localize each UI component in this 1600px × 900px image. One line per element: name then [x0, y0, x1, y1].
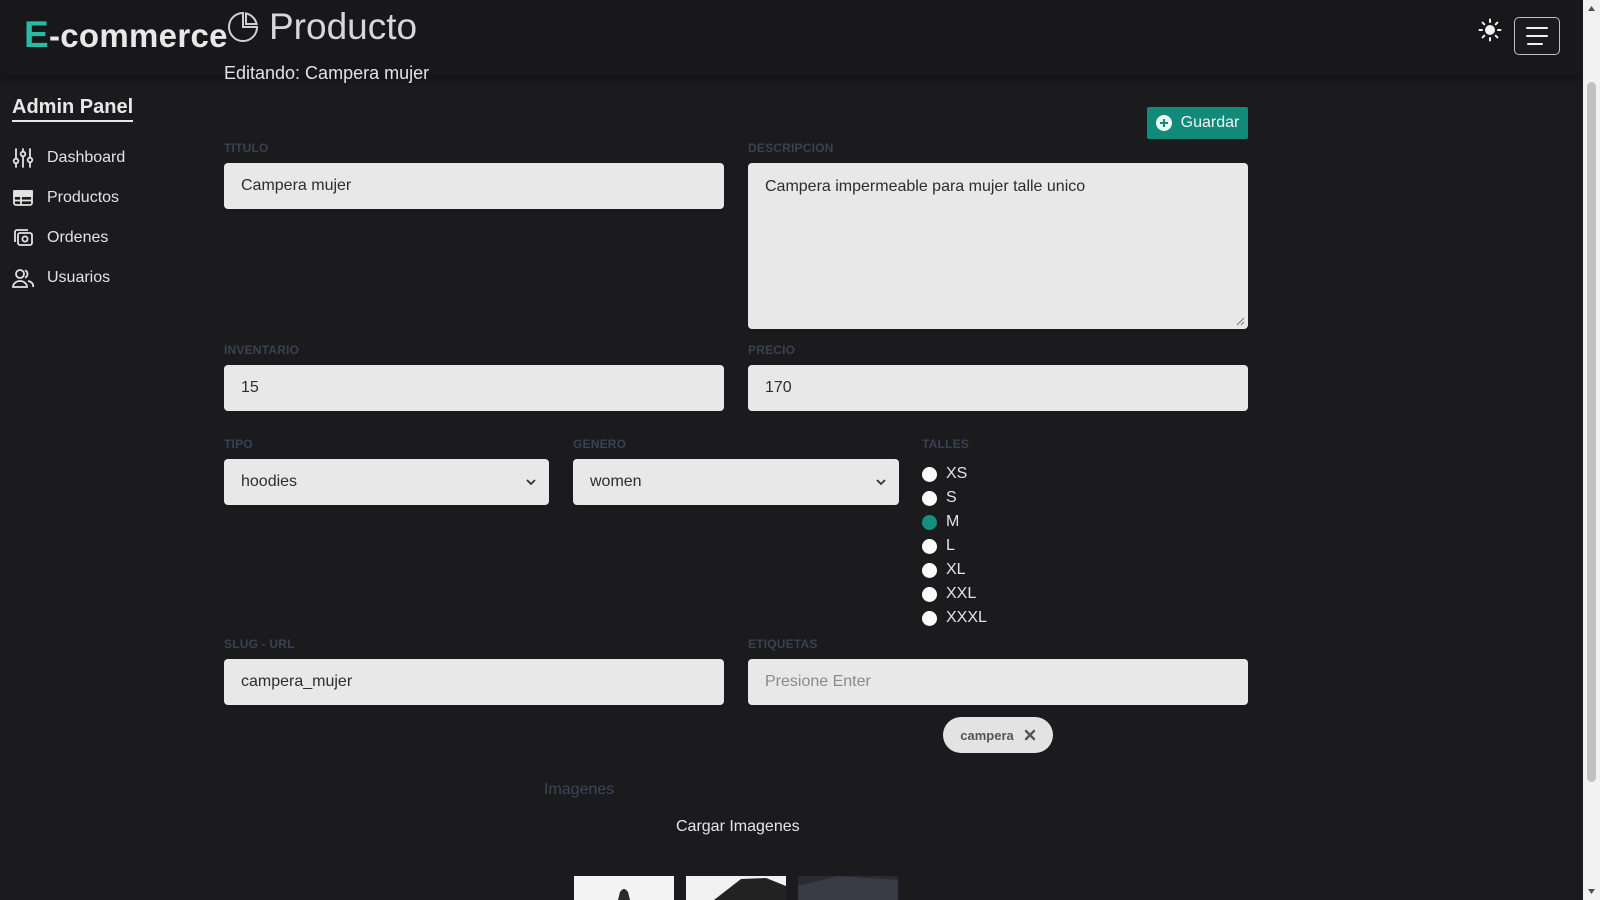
- pie-chart-icon: [228, 11, 259, 42]
- inventario-label: INVENTARIO: [224, 343, 300, 357]
- titulo-input[interactable]: Campera mujer: [224, 163, 724, 209]
- orders-icon: [14, 229, 33, 246]
- slug-label: SLUG - URL: [224, 637, 295, 651]
- sidebar: Admin Panel Dashboard Productos Ordenes …: [12, 96, 212, 298]
- tipo-label: TIPO: [224, 437, 253, 451]
- genero-label: GENERO: [573, 437, 627, 451]
- inventario-input[interactable]: 15: [224, 365, 724, 411]
- radio-button[interactable]: [922, 538, 937, 554]
- hamburger-icon-line: [1526, 35, 1548, 37]
- brand-letter: E: [24, 14, 49, 55]
- resize-grip-icon[interactable]: [1236, 317, 1245, 326]
- talle-option-xxl[interactable]: XXL: [922, 582, 987, 606]
- sidebar-item-usuarios[interactable]: Usuarios: [12, 258, 212, 298]
- precio-label: PRECIO: [748, 343, 796, 357]
- sidebar-item-dashboard[interactable]: Dashboard: [12, 138, 212, 178]
- save-button[interactable]: Guardar: [1147, 107, 1248, 139]
- chevron-down-icon: [876, 479, 886, 486]
- descripcion-label: DESCRIPCION: [748, 141, 834, 155]
- tag-label: campera: [960, 727, 1014, 743]
- scrollbar-thumb[interactable]: [1587, 82, 1596, 782]
- talle-option-xs[interactable]: XS: [922, 462, 987, 486]
- talle-option-m[interactable]: M: [922, 510, 987, 534]
- talle-option-s[interactable]: S: [922, 486, 987, 510]
- etiquetas-input[interactable]: Presione Enter: [748, 659, 1248, 705]
- vertical-scrollbar[interactable]: [1583, 0, 1600, 900]
- radio-button[interactable]: [922, 586, 937, 602]
- radio-button[interactable]: [922, 562, 937, 578]
- product-photo: [798, 876, 898, 900]
- upload-images-button[interactable]: Cargar Imagenes: [676, 818, 800, 836]
- scroll-up-icon[interactable]: [1587, 4, 1596, 13]
- scroll-down-icon[interactable]: [1587, 887, 1596, 896]
- page-subtitle: Editando: Campera mujer: [224, 63, 430, 83]
- talle-option-xxxl[interactable]: XXXL: [922, 606, 987, 630]
- sidebar-item-label: Ordenes: [47, 229, 109, 246]
- sliders-icon: [12, 148, 34, 168]
- slug-input[interactable]: campera_mujer: [224, 659, 724, 705]
- close-icon[interactable]: [1024, 729, 1036, 741]
- radio-button-checked[interactable]: [922, 514, 937, 530]
- save-button-label: Guardar: [1180, 114, 1240, 131]
- radio-button[interactable]: [922, 610, 937, 626]
- descripcion-textarea[interactable]: Campera impermeable para mujer talle uni…: [748, 163, 1248, 329]
- page-header: Producto: [226, 6, 417, 48]
- titulo-label: TITULO: [224, 141, 269, 155]
- tipo-selected-value: hoodies: [241, 473, 298, 490]
- precio-input[interactable]: 170: [748, 365, 1248, 411]
- sidebar-item-label: Dashboard: [47, 149, 126, 166]
- sidebar-item-label: Productos: [47, 189, 120, 206]
- sidebar-item-ordenes[interactable]: Ordenes: [12, 218, 212, 258]
- product-image-thumbnail[interactable]: [798, 876, 898, 900]
- etiquetas-label: ETIQUETAS: [748, 637, 818, 651]
- sun-icon: [1478, 18, 1502, 42]
- genero-select[interactable]: women: [573, 459, 899, 505]
- radio-button[interactable]: [922, 466, 937, 482]
- table-icon: [13, 190, 33, 206]
- brand-logo[interactable]: E-commerce: [24, 14, 228, 56]
- plus-circle-icon: [1155, 115, 1172, 131]
- radio-label: XXXL: [946, 609, 987, 626]
- images-label: Imagenes: [544, 781, 615, 798]
- product-image-thumbnail[interactable]: [574, 876, 674, 900]
- menu-button[interactable]: [1514, 17, 1560, 55]
- radio-label: XXL: [946, 585, 977, 602]
- chevron-down-icon: [526, 479, 536, 486]
- product-photo: [714, 878, 786, 900]
- radio-label: M: [946, 513, 960, 530]
- hamburger-icon-line: [1527, 43, 1543, 45]
- theme-toggle-button[interactable]: [1478, 18, 1504, 44]
- radio-label: XL: [946, 561, 966, 578]
- descripcion-value: Campera impermeable para mujer talle uni…: [765, 178, 1086, 195]
- radio-label: L: [946, 537, 955, 554]
- users-icon: [12, 269, 34, 288]
- talles-label: TALLES: [922, 437, 969, 451]
- product-photo: [618, 889, 630, 900]
- sidebar-item-productos[interactable]: Productos: [12, 178, 212, 218]
- brand-name: -commerce: [48, 17, 228, 54]
- genero-selected-value: women: [590, 473, 642, 490]
- radio-label: XS: [946, 465, 968, 482]
- sidebar-title: Admin Panel: [12, 96, 134, 122]
- talles-radio-group: XS S M L XL XXL XXXL: [922, 462, 987, 630]
- top-navbar: E-commerce Producto Editando: Campera mu…: [0, 0, 1583, 83]
- talle-option-xl[interactable]: XL: [922, 558, 987, 582]
- sidebar-item-label: Usuarios: [47, 269, 111, 286]
- hamburger-icon: [1526, 27, 1548, 29]
- talle-option-l[interactable]: L: [922, 534, 987, 558]
- product-image-thumbnail[interactable]: [686, 876, 786, 900]
- radio-label: S: [946, 489, 957, 506]
- page-title: Producto: [269, 6, 418, 47]
- radio-button[interactable]: [922, 490, 937, 506]
- tag-chip: campera: [943, 717, 1053, 753]
- tipo-select[interactable]: hoodies: [224, 459, 549, 505]
